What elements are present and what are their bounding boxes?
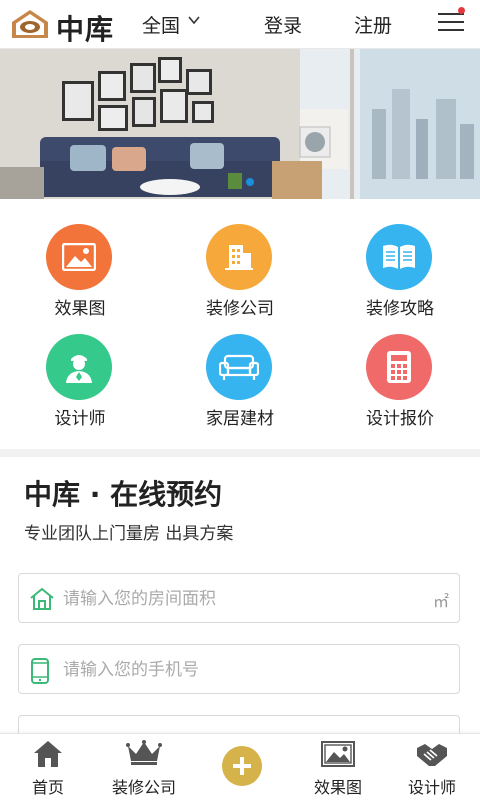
nav-item-materials[interactable]: 家居建材 <box>160 330 320 440</box>
notification-dot <box>458 7 465 14</box>
book-icon <box>366 224 432 290</box>
logo-text: 中库 <box>56 13 115 46</box>
crown-icon <box>126 740 162 765</box>
category-grid: 效果图 装修公司 装修攻略 设计师 家居建材 设计报价 <box>0 220 480 444</box>
tab-home[interactable]: 首页 <box>0 734 96 801</box>
nav-item-label: 设计师 <box>54 409 106 429</box>
booking-subtitle: 专业团队上门量房 出具方案 <box>24 524 234 544</box>
tab-label: 设计师 <box>407 778 456 797</box>
login-link[interactable]: 登录 <box>264 11 302 38</box>
section-divider <box>0 449 480 457</box>
chevron-down-icon <box>188 16 200 25</box>
nav-item-quotes[interactable]: 设计报价 <box>320 330 480 440</box>
nav-item-label: 效果图 <box>54 299 106 319</box>
booking-title: 中库 · 在线预约 <box>24 478 223 511</box>
living-room-image <box>0 49 480 199</box>
sofa-icon <box>206 334 272 400</box>
tab-company[interactable]: 装修公司 <box>96 734 192 801</box>
calculator-icon <box>366 334 432 400</box>
menu-bar <box>438 21 464 23</box>
nav-item-label: 设计报价 <box>366 409 434 429</box>
tab-label: 首页 <box>31 778 64 797</box>
bottom-tab-bar: 首页 装修公司 效果图 设计师 <box>0 733 480 801</box>
tab-label: 效果图 <box>313 778 362 797</box>
tab-designer[interactable]: 设计师 <box>384 734 480 801</box>
menu-bar <box>438 29 464 31</box>
picture-icon <box>46 224 112 290</box>
house-logo-icon <box>12 10 48 38</box>
tab-label: 装修公司 <box>111 778 176 797</box>
menu-button[interactable] <box>436 7 466 35</box>
area-field[interactable]: ㎡ <box>18 573 460 623</box>
nav-item-label: 家居建材 <box>206 409 274 429</box>
top-header: 中库 全国 登录 注册 <box>0 0 480 49</box>
phone-field[interactable] <box>18 644 460 694</box>
person-icon <box>46 334 112 400</box>
building-icon <box>206 224 272 290</box>
plus-icon <box>233 757 251 775</box>
area-input[interactable] <box>61 582 425 616</box>
nav-item-guides[interactable]: 装修攻略 <box>320 220 480 330</box>
nav-item-label: 装修攻略 <box>366 299 434 319</box>
register-link[interactable]: 注册 <box>354 11 392 38</box>
banner-carousel[interactable] <box>0 49 480 199</box>
nav-item-designers[interactable]: 设计师 <box>0 330 160 440</box>
area-unit: ㎡ <box>432 592 449 611</box>
phone-input[interactable] <box>61 653 425 687</box>
carousel-indicator[interactable] <box>246 178 254 186</box>
city-selector[interactable]: 全国 <box>142 11 200 38</box>
home-icon <box>34 741 62 767</box>
add-button[interactable] <box>222 746 262 786</box>
tab-gallery[interactable]: 效果图 <box>290 734 386 801</box>
handshake-icon <box>417 744 447 766</box>
house-icon <box>30 587 54 610</box>
picture-icon <box>321 741 355 767</box>
logo[interactable]: 中库 <box>10 6 128 46</box>
nav-item-renderings[interactable]: 效果图 <box>0 220 160 330</box>
phone-icon <box>31 658 49 684</box>
nav-item-companies[interactable]: 装修公司 <box>160 220 320 330</box>
city-label: 全国 <box>142 15 181 37</box>
nav-item-label: 装修公司 <box>206 299 274 319</box>
